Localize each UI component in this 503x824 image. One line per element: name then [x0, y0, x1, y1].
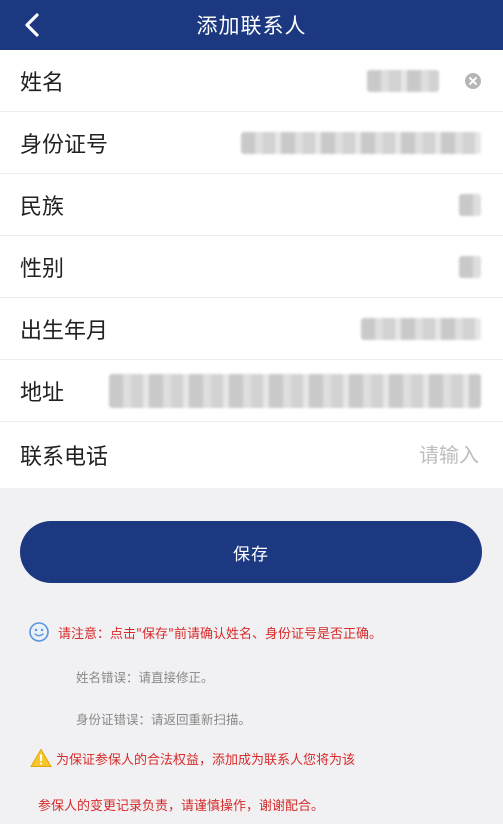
birth-date-label: 出生年月 [20, 318, 109, 344]
warning-line-2: 参保人的变更记录负责，请谨慎操作，谢谢配合。 [0, 790, 503, 818]
phone-label: 联系电话 [20, 445, 109, 470]
warning-triangle-icon [30, 748, 52, 767]
notice-section: 请注意：点击"保存"前请确认姓名、身份证号是否正确。 姓名错误：请直接修正。 身… [0, 618, 503, 818]
name-row[interactable]: 姓名 [0, 50, 503, 112]
phone-row[interactable]: 联系电话 [0, 422, 503, 488]
back-button[interactable] [18, 11, 46, 39]
warning-line-1: 为保证参保人的合法权益，添加成为联系人您将为该 [0, 744, 503, 772]
page-title: 添加联系人 [196, 14, 307, 38]
notice-title: 请注意：点击"保存"前请确认姓名、身份证号是否正确。 [58, 626, 382, 642]
smile-icon [29, 622, 49, 642]
gender-row[interactable]: 性别 [0, 236, 503, 298]
warning-text-2: 参保人的变更记录负责，请谨慎操作，谢谢配合。 [38, 798, 325, 814]
ethnicity-value-redacted [459, 193, 481, 216]
address-label: 地址 [20, 380, 65, 406]
ethnicity-label: 民族 [20, 194, 65, 220]
chevron-left-icon [25, 13, 39, 37]
gender-value-redacted [459, 255, 481, 278]
phone-input[interactable] [277, 442, 481, 468]
name-error-line: 姓名错误：请直接修正。 [0, 662, 503, 690]
name-label: 姓名 [20, 70, 65, 96]
id-number-label: 身份证号 [20, 132, 109, 158]
app-header: 添加联系人 [0, 0, 503, 50]
warning-text-1: 为保证参保人的合法权益，添加成为联系人您将为该 [56, 752, 356, 768]
name-value-redacted[interactable] [367, 69, 439, 92]
address-value-redacted [109, 373, 481, 408]
ethnicity-row[interactable]: 民族 [0, 174, 503, 236]
notice-title-line: 请注意：点击"保存"前请确认姓名、身份证号是否正确。 [0, 618, 503, 646]
birth-date-row[interactable]: 出生年月 [0, 298, 503, 360]
name-error-hint: 姓名错误：请直接修正。 [76, 669, 214, 685]
gender-label: 性别 [20, 256, 65, 282]
id-number-row[interactable]: 身份证号 [0, 112, 503, 174]
address-row[interactable]: 地址 [0, 360, 503, 422]
clear-icon[interactable] [465, 72, 481, 89]
contact-form: 姓名 身份证号 民族 性别 出生年月 地址 联系电话 [0, 50, 503, 488]
id-error-hint: 身份证错误：请返回重新扫描。 [76, 711, 252, 727]
id-number-value-redacted [241, 131, 481, 154]
birth-date-value-redacted [361, 317, 481, 340]
save-button[interactable]: 保存 [20, 521, 482, 583]
id-error-line: 身份证错误：请返回重新扫描。 [0, 704, 503, 732]
